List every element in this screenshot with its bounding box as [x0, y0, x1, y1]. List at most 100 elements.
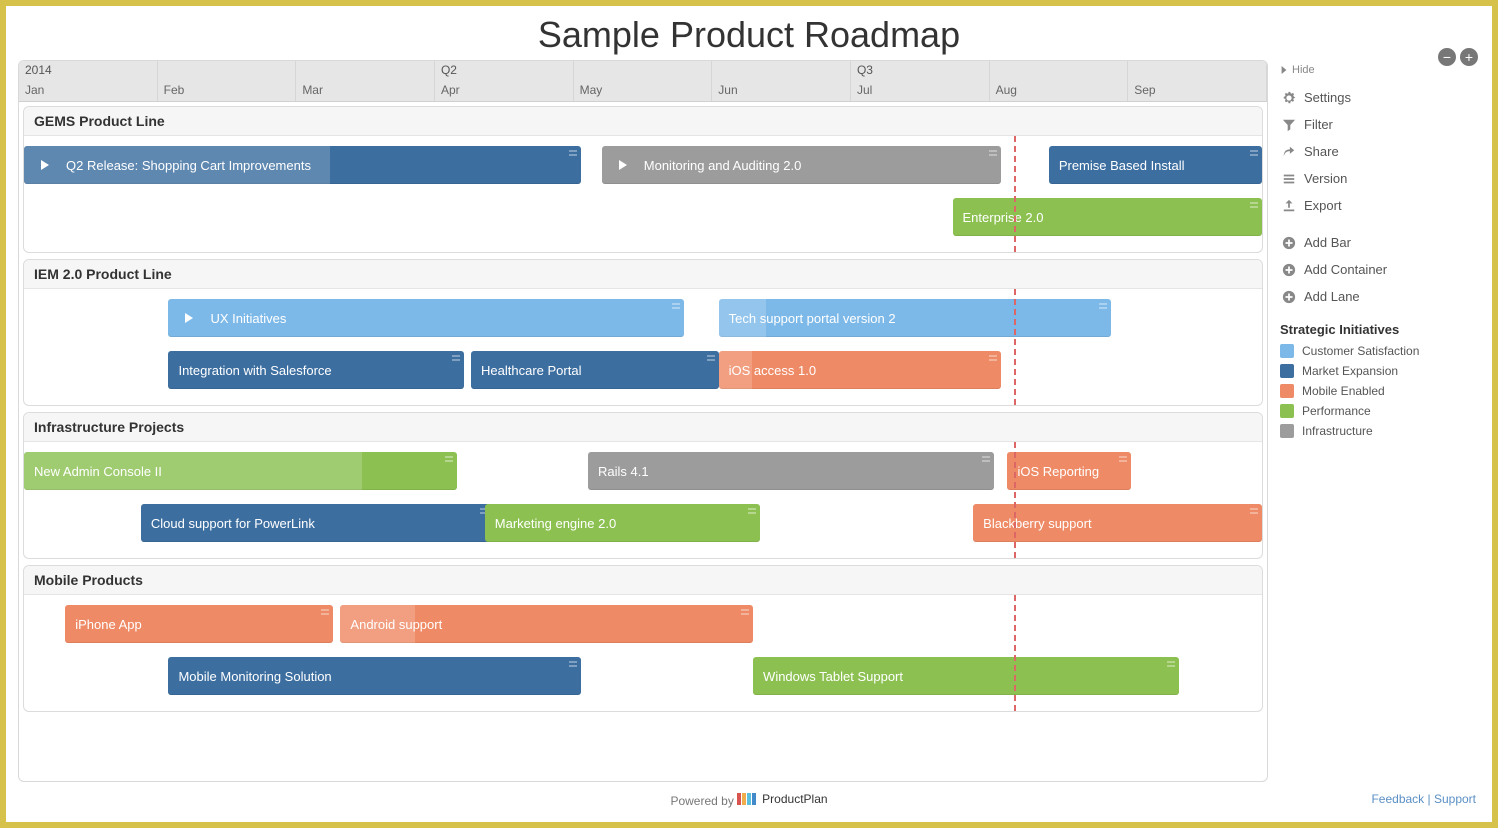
roadmap-bar[interactable]: Marketing engine 2.0 — [485, 504, 760, 542]
month-cell: Jul — [851, 79, 990, 101]
roadmap-bar[interactable]: Healthcare Portal — [471, 351, 719, 389]
drag-handle-icon[interactable] — [989, 355, 997, 363]
legend-label: Performance — [1302, 404, 1371, 418]
roadmap-bar[interactable]: Integration with Salesforce — [168, 351, 464, 389]
roadmap-bar[interactable]: iOS access 1.0 — [719, 351, 1001, 389]
export-icon — [1282, 199, 1296, 213]
lane: Infrastructure Projects New Admin Consol… — [23, 412, 1263, 559]
lane-title: Mobile Products — [24, 566, 1262, 595]
bar-label: iOS Reporting — [1017, 464, 1099, 479]
bar-label: Integration with Salesforce — [178, 363, 331, 378]
drag-handle-icon[interactable] — [452, 355, 460, 363]
drag-handle-icon[interactable] — [672, 303, 680, 311]
roadmap-bar[interactable]: Q2 Release: Shopping Cart Improvements — [24, 146, 581, 184]
page-title: Sample Product Roadmap — [6, 6, 1492, 60]
lane-track: Enterprise 2.0 — [24, 194, 1262, 240]
roadmap-bar[interactable]: Enterprise 2.0 — [953, 198, 1263, 236]
roadmap-bar[interactable]: Tech support portal version 2 — [719, 299, 1111, 337]
timeline-header: 2014Q2Q3 JanFebMarAprMayJunJulAugSep — [19, 61, 1267, 102]
zoom-in-button[interactable]: + — [1460, 48, 1478, 66]
roadmap-bar[interactable]: Mobile Monitoring Solution — [168, 657, 581, 695]
support-link[interactable]: Support — [1434, 792, 1476, 806]
roadmap-bar[interactable]: Cloud support for PowerLink — [141, 504, 492, 542]
bar-label: Tech support portal version 2 — [729, 311, 896, 326]
quarter-cell — [990, 61, 1129, 79]
legend-item: Mobile Enabled — [1280, 381, 1480, 401]
legend-swatch — [1280, 364, 1294, 378]
zoom-out-button[interactable]: − — [1438, 48, 1456, 66]
roadmap-canvas: 2014Q2Q3 JanFebMarAprMayJunJulAugSep GEM… — [18, 60, 1268, 782]
drag-handle-icon[interactable] — [1250, 150, 1258, 158]
drag-handle-icon[interactable] — [1167, 661, 1175, 669]
bar-label: Rails 4.1 — [598, 464, 649, 479]
bar-label: New Admin Console II — [34, 464, 162, 479]
month-cell: May — [574, 79, 713, 101]
roadmap-bar[interactable]: iOS Reporting — [1007, 452, 1131, 490]
drag-handle-icon[interactable] — [569, 661, 577, 669]
lane-track: Cloud support for PowerLink Marketing eng… — [24, 500, 1262, 546]
expand-icon[interactable] — [612, 154, 634, 176]
drag-handle-icon[interactable] — [1119, 456, 1127, 464]
feedback-link[interactable]: Feedback — [1371, 792, 1424, 806]
expand-icon[interactable] — [34, 154, 56, 176]
lane-body: iPhone App Android support Mobile Monitori… — [24, 595, 1262, 711]
roadmap-bar[interactable]: Android support — [340, 605, 753, 643]
drag-handle-icon[interactable] — [1250, 508, 1258, 516]
sidebar-item-label: Add Container — [1304, 262, 1387, 277]
drag-handle-icon[interactable] — [1099, 303, 1107, 311]
month-cell: Mar — [296, 79, 435, 101]
zoom-controls: − + — [1438, 48, 1478, 66]
sidebar-item-export[interactable]: Export — [1280, 192, 1480, 219]
brand-logo[interactable]: ProductPlan — [737, 792, 827, 806]
roadmap-bar[interactable]: UX Initiatives — [168, 299, 684, 337]
sidebar-item-add container[interactable]: Add Container — [1280, 256, 1480, 283]
roadmap-bar[interactable]: iPhone App — [65, 605, 333, 643]
month-cell: Jun — [712, 79, 851, 101]
bar-label: Windows Tablet Support — [763, 669, 903, 684]
legend-item: Customer Satisfaction — [1280, 341, 1480, 361]
roadmap-bar[interactable]: Monitoring and Auditing 2.0 — [602, 146, 1001, 184]
sidebar-item-add bar[interactable]: Add Bar — [1280, 229, 1480, 256]
roadmap-bar[interactable]: Blackberry support — [973, 504, 1262, 542]
sidebar-item-share[interactable]: Share — [1280, 138, 1480, 165]
sidebar-item-version[interactable]: Version — [1280, 165, 1480, 192]
roadmap-bar[interactable]: Premise Based Install — [1049, 146, 1262, 184]
lane-track: Mobile Monitoring Solution Windows Tablet… — [24, 653, 1262, 699]
sidebar-item-settings[interactable]: Settings — [1280, 84, 1480, 111]
bar-label: iPhone App — [75, 617, 142, 632]
drag-handle-icon[interactable] — [741, 609, 749, 617]
drag-handle-icon[interactable] — [569, 150, 577, 158]
plus-circle-icon — [1282, 290, 1296, 304]
quarter-cell — [712, 61, 851, 79]
roadmap-bar[interactable]: Windows Tablet Support — [753, 657, 1179, 695]
year-label: 2014 — [19, 61, 158, 79]
sidebar-item-filter[interactable]: Filter — [1280, 111, 1480, 138]
sidebar-item-label: Filter — [1304, 117, 1333, 132]
legend-swatch — [1280, 424, 1294, 438]
roadmap-bar[interactable]: New Admin Console II — [24, 452, 457, 490]
lane-track: iPhone App Android support — [24, 601, 1262, 647]
bar-label: iOS access 1.0 — [729, 363, 816, 378]
roadmap-bar[interactable]: Rails 4.1 — [588, 452, 994, 490]
sidebar-item-label: Export — [1304, 198, 1342, 213]
sidebar-item-add lane[interactable]: Add Lane — [1280, 283, 1480, 310]
month-cell: Apr — [435, 79, 574, 101]
drag-handle-icon[interactable] — [989, 150, 997, 158]
footer: Powered by ProductPlan Feedback | Suppor… — [6, 786, 1492, 810]
bar-label: Mobile Monitoring Solution — [178, 669, 331, 684]
lane-track: UX Initiatives Tech support portal versio… — [24, 295, 1262, 341]
bar-label: Cloud support for PowerLink — [151, 516, 315, 531]
drag-handle-icon[interactable] — [982, 456, 990, 464]
drag-handle-icon[interactable] — [707, 355, 715, 363]
legend-item: Performance — [1280, 401, 1480, 421]
bar-label: Q2 Release: Shopping Cart Improvements — [66, 158, 311, 173]
drag-handle-icon[interactable] — [321, 609, 329, 617]
lane-track: Integration with Salesforce Healthcare Po… — [24, 347, 1262, 393]
drag-handle-icon[interactable] — [748, 508, 756, 516]
powered-by-label: Powered by — [670, 794, 733, 808]
sidebar-item-label: Add Lane — [1304, 289, 1360, 304]
drag-handle-icon[interactable] — [445, 456, 453, 464]
drag-handle-icon[interactable] — [1250, 202, 1258, 210]
bar-label: Marketing engine 2.0 — [495, 516, 616, 531]
expand-icon[interactable] — [178, 307, 200, 329]
